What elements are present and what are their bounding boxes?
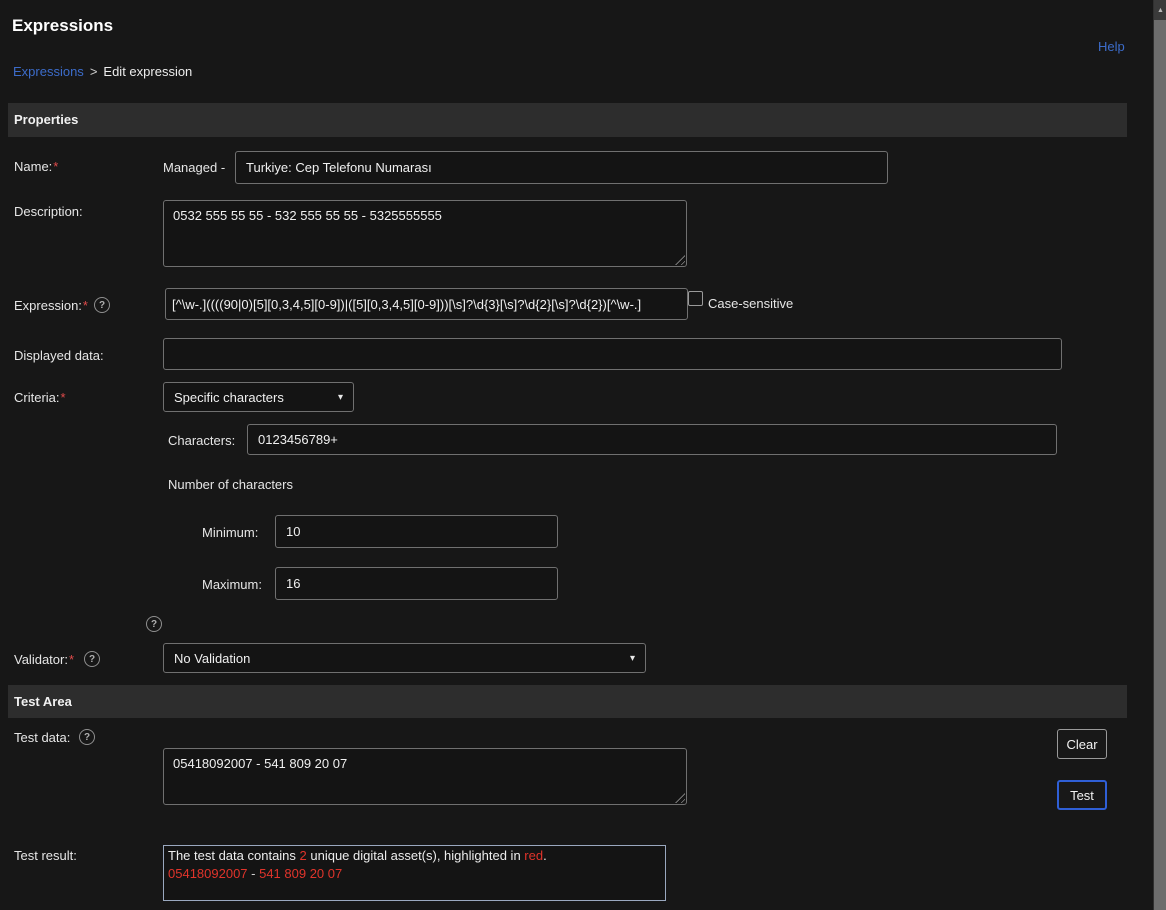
test-result-matches: 05418092007 - 541 809 20 07 (168, 865, 661, 883)
breadcrumb: Expressions > Edit expression (13, 64, 192, 79)
validator-help-icon[interactable]: ? (84, 651, 100, 667)
chevron-down-icon: ▾ (630, 653, 635, 664)
criteria-label: Criteria:* (14, 390, 66, 405)
validator-label: Validator:* (14, 652, 74, 667)
expression-input[interactable] (165, 288, 688, 320)
chevron-down-icon: ▾ (338, 392, 343, 403)
test-data-textarea[interactable]: 05418092007 - 541 809 20 07 (163, 748, 687, 805)
displayed-data-label: Displayed data: (14, 348, 104, 363)
test-result-label: Test result: (14, 848, 77, 863)
breadcrumb-expressions-link[interactable]: Expressions (13, 64, 84, 79)
characters-label: Characters: (168, 433, 235, 448)
expression-help-icon[interactable]: ? (94, 297, 110, 313)
page-title: Expressions (12, 16, 113, 36)
criteria-help-icon[interactable]: ? (146, 616, 162, 632)
displayed-data-input[interactable] (163, 338, 1062, 370)
matched-asset: 541 809 20 07 (259, 866, 342, 881)
clear-button[interactable]: Clear (1057, 729, 1107, 759)
name-label: Name:* (14, 159, 58, 174)
test-data-field-wrap: 05418092007 - 541 809 20 07 (163, 748, 687, 805)
description-field-wrap: 0532 555 55 55 - 532 555 55 55 - 5325555… (163, 200, 687, 267)
required-asterisk: * (69, 652, 74, 667)
test-area-section-header: Test Area (8, 685, 1127, 718)
minimum-label: Minimum: (202, 525, 258, 540)
help-link[interactable]: Help (1098, 39, 1125, 54)
properties-section-header: Properties (8, 103, 1127, 137)
required-asterisk: * (53, 159, 58, 174)
description-textarea[interactable]: 0532 555 55 55 - 532 555 55 55 - 5325555… (163, 200, 687, 267)
name-prefix-label: Managed - (163, 160, 225, 175)
criteria-select[interactable]: Specific characters ▾ (163, 382, 354, 412)
breadcrumb-current: Edit expression (103, 64, 192, 79)
test-result-box: The test data contains 2 unique digital … (163, 845, 666, 901)
required-asterisk: * (61, 390, 66, 405)
matched-asset: 05418092007 (168, 866, 248, 881)
description-label: Description: (14, 204, 83, 219)
match-count: 2 (300, 848, 307, 863)
test-result-summary: The test data contains 2 unique digital … (168, 847, 661, 865)
breadcrumb-separator: > (90, 64, 98, 79)
test-button[interactable]: Test (1057, 780, 1107, 810)
scroll-up-button[interactable]: ▲ (1154, 0, 1166, 20)
maximum-input[interactable] (275, 567, 558, 600)
test-data-label: Test data: (14, 730, 70, 745)
validator-select[interactable]: No Validation ▾ (163, 643, 646, 673)
case-sensitive-label: Case-sensitive (708, 296, 793, 311)
minimum-input[interactable] (275, 515, 558, 548)
maximum-label: Maximum: (202, 577, 262, 592)
characters-input[interactable] (247, 424, 1057, 455)
case-sensitive-checkbox[interactable] (688, 291, 703, 306)
scrollbar-thumb[interactable] (1154, 20, 1166, 910)
criteria-selected-value: Specific characters (174, 390, 284, 405)
test-data-help-icon[interactable]: ? (79, 729, 95, 745)
required-asterisk: * (83, 298, 88, 313)
name-input[interactable] (235, 151, 888, 184)
vertical-scrollbar[interactable]: ▲ (1153, 0, 1166, 910)
validator-selected-value: No Validation (174, 651, 250, 666)
expression-label: Expression:* (14, 298, 88, 313)
number-of-characters-heading: Number of characters (168, 477, 293, 492)
